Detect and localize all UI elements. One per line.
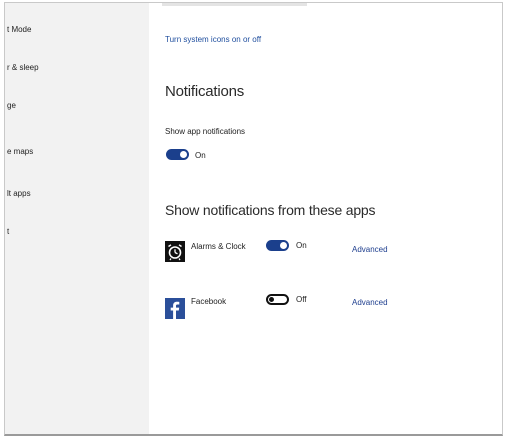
show-app-notifications-toggle[interactable] xyxy=(166,149,189,160)
alarms-clock-toggle-state: On xyxy=(296,241,307,250)
sidebar-item-power-sleep[interactable]: r & sleep xyxy=(7,63,39,72)
app-name: Facebook xyxy=(191,297,227,306)
show-app-notifications-state: On xyxy=(195,151,206,160)
sidebar-item-label: lt apps xyxy=(7,189,31,198)
alarms-clock-toggle[interactable] xyxy=(266,240,289,251)
alarm-clock-icon xyxy=(165,241,185,262)
toggle-knob xyxy=(280,242,287,249)
main-content: Turn system icons on or off Notification… xyxy=(162,3,492,434)
app-name: Alarms & Clock xyxy=(191,242,246,251)
sidebar-item-label: e maps xyxy=(7,147,34,156)
sidebar-item-storage[interactable]: ge xyxy=(7,101,16,110)
apps-heading: Show notifications from these apps xyxy=(165,202,376,218)
sidebar-item-offline-maps[interactable]: e maps xyxy=(7,147,33,156)
system-icons-link[interactable]: Turn system icons on or off xyxy=(165,35,261,44)
facebook-icon xyxy=(165,298,185,319)
sidebar: t Mode r & sleep ge e maps lt apps t xyxy=(5,3,149,434)
sidebar-item-label: r & sleep xyxy=(7,63,39,72)
sidebar-item-label: ge xyxy=(7,101,16,110)
facebook-advanced-link[interactable]: Advanced xyxy=(352,298,388,307)
facebook-toggle-state: Off xyxy=(296,295,307,304)
sidebar-item-label: t Mode xyxy=(7,25,32,34)
alarms-clock-advanced-link[interactable]: Advanced xyxy=(352,245,388,254)
facebook-toggle[interactable] xyxy=(266,294,289,305)
sidebar-item-tablet-mode[interactable]: t Mode xyxy=(7,25,31,34)
sidebar-item-about[interactable]: t xyxy=(7,227,9,236)
notifications-heading: Notifications xyxy=(165,83,245,100)
toggle-knob xyxy=(269,297,274,302)
show-app-notifications-label: Show app notifications xyxy=(165,127,246,136)
top-divider xyxy=(162,3,307,6)
settings-window: t Mode r & sleep ge e maps lt apps t Tur… xyxy=(4,2,503,436)
sidebar-item-default-apps[interactable]: lt apps xyxy=(7,189,31,198)
toggle-knob xyxy=(180,151,187,158)
sidebar-item-label: t xyxy=(7,227,10,236)
